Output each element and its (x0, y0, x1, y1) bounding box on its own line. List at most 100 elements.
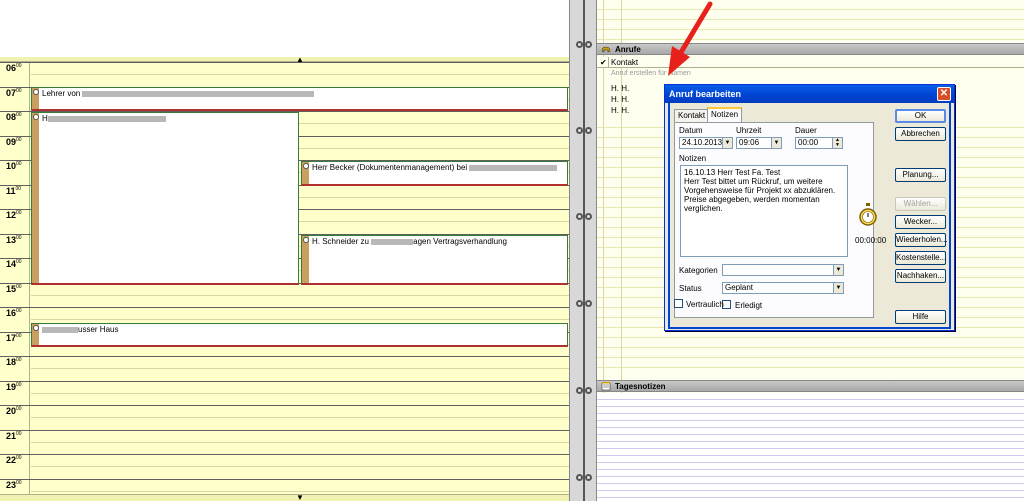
hour-label: 1900 (6, 382, 22, 392)
follow-up-button[interactable]: Nachhaken... (895, 269, 946, 283)
hour-label: 2100 (6, 431, 22, 441)
calendar-top-blank (0, 0, 569, 57)
daily-notes-section-header[interactable]: Tagesnotizen (597, 380, 1024, 392)
hour-label: 1100 (6, 186, 21, 196)
time-label: Uhrzeit (736, 126, 762, 135)
hour-number: 06 (6, 63, 17, 73)
chevron-down-icon[interactable]: ▼ (833, 265, 843, 275)
dial-button[interactable]: Wählen... (895, 197, 946, 211)
hour-label: 0600 (6, 63, 22, 73)
edit-call-dialog[interactable]: Anruf bearbeiten ✕ Kontakt Notizen Datum… (664, 84, 955, 331)
hour-label: 0900 (6, 137, 22, 147)
repeat-button[interactable]: Wiederholen... (895, 233, 948, 247)
alarm-button[interactable]: Wecker... (895, 215, 946, 229)
binder-ring-icon (576, 300, 592, 308)
minute-suffix: 00 (16, 431, 22, 437)
status-select[interactable]: Geplant ▼ (722, 282, 844, 294)
cost-center-button[interactable]: Kostenstelle... (895, 251, 946, 265)
tab-contact[interactable]: Kontakt (674, 109, 710, 122)
appointment-4[interactable]: H. Schneider zu agen Vertragsverhandlung (301, 235, 568, 285)
hour-number: 16 (6, 308, 17, 318)
hour-label: 1600 (6, 308, 22, 318)
appointment-status-bar (32, 113, 39, 283)
cancel-button[interactable]: Abbrechen (895, 127, 946, 141)
close-button[interactable]: ✕ (937, 87, 951, 101)
appointment-text: Lehrer von (42, 89, 81, 98)
appointment-5[interactable]: usser Haus (31, 323, 568, 347)
redacted-text (469, 164, 558, 171)
hour-label: 0800 (6, 112, 22, 122)
hour-number: 20 (6, 406, 17, 416)
call-row[interactable]: H. H. (611, 95, 629, 104)
planning-button[interactable]: Planung... (895, 168, 946, 182)
hour-label: 2300 (6, 480, 22, 490)
call-row[interactable]: H. H. (611, 106, 629, 115)
hour-label: 1200 (6, 210, 22, 220)
stopwatch-icon[interactable] (858, 203, 878, 227)
clock-icon (303, 237, 309, 243)
hour-number: 23 (6, 480, 17, 490)
minute-suffix: 00 (16, 382, 22, 388)
half-hour-divider (31, 393, 569, 394)
chevron-down-icon[interactable]: ▼ (722, 138, 732, 148)
time-value: 09:06 (739, 138, 760, 147)
hour-label: 2000 (6, 406, 22, 416)
hour-label: 1300 (6, 235, 22, 245)
chevron-down-icon[interactable]: ▼ (771, 138, 781, 148)
daily-notes-title: Tagesnotizen (615, 382, 666, 391)
notes-tab-pane: Datum 24.10.2013 ▼ Uhrzeit 09:06 ▼ Dauer… (674, 122, 886, 318)
notes-textarea[interactable]: 16.10.13 Herr Test Fa. Test Herr Test bi… (680, 165, 848, 257)
time-field[interactable]: 09:06 ▼ (736, 137, 782, 149)
half-hour-divider (31, 74, 569, 75)
hour-number: 21 (6, 431, 17, 441)
redacted-text (42, 326, 78, 333)
minute-suffix: 00 (16, 112, 22, 118)
confidential-checkbox[interactable] (674, 299, 683, 308)
duration-stepper[interactable]: 00:00 ▲ ▼ (795, 137, 843, 149)
binder-divider (569, 0, 597, 501)
minute-suffix: 00 (16, 357, 22, 363)
hour-number: 09 (6, 137, 17, 147)
hour-label: 2200 (6, 455, 22, 465)
daily-notes-area[interactable] (597, 393, 1024, 501)
appointment-1[interactable]: Lehrer von (31, 87, 568, 111)
hour-divider (0, 356, 569, 357)
clock-icon (33, 325, 39, 331)
ok-button[interactable]: OK (895, 109, 946, 123)
hour-number: 18 (6, 357, 17, 367)
hour-number: 12 (6, 210, 17, 220)
binder-ring-icon (576, 474, 592, 482)
hour-divider (0, 454, 569, 455)
minute-suffix: 00 (16, 455, 22, 461)
appointment-3[interactable]: Herr Becker (Dokumentenmanagement) bei (301, 161, 568, 186)
hour-label: 1800 (6, 357, 22, 367)
confidential-label: Vertraulich (686, 300, 724, 309)
binder-ring-icon (576, 213, 592, 221)
minute-suffix: 00 (15, 186, 22, 192)
help-button[interactable]: Hilfe (895, 310, 946, 324)
half-hour-divider (31, 491, 569, 492)
appointment-text: Herr Becker (Dokumentenmanagement) bei (312, 163, 468, 172)
red-arrow-annotation (668, 1, 713, 76)
clock-icon (303, 163, 309, 169)
dialog-title-bar[interactable]: Anruf bearbeiten ✕ (665, 85, 954, 103)
hour-label: 1700 (6, 333, 22, 343)
date-field[interactable]: 24.10.2013 ▼ (679, 137, 733, 149)
minute-suffix: 00 (16, 63, 22, 69)
day-calendar[interactable]: ▲ 0600 0700 0800 0900 1000 1100 1200 1300 1400 15… (0, 56, 569, 502)
minute-suffix: 00 (16, 137, 22, 143)
tab-notes[interactable]: Notizen (707, 107, 743, 122)
category-select[interactable]: ▼ (722, 264, 844, 276)
appointment-2[interactable]: H (31, 112, 299, 285)
chevron-down-icon[interactable]: ▼ (833, 283, 843, 293)
spinner-arrows-icon[interactable]: ▲ ▼ (832, 138, 842, 148)
hour-label: 1500 (6, 284, 22, 294)
calendar-scroll-down-bar[interactable]: ▼ (0, 494, 569, 502)
scroll-down-icon[interactable]: ▼ (296, 494, 304, 502)
minute-suffix: 00 (16, 406, 22, 412)
dialog-title: Anruf bearbeiten (669, 89, 742, 99)
redacted-text (371, 238, 414, 245)
hour-divider (0, 62, 569, 63)
hour-number: 07 (6, 88, 17, 98)
redacted-text (82, 90, 315, 97)
